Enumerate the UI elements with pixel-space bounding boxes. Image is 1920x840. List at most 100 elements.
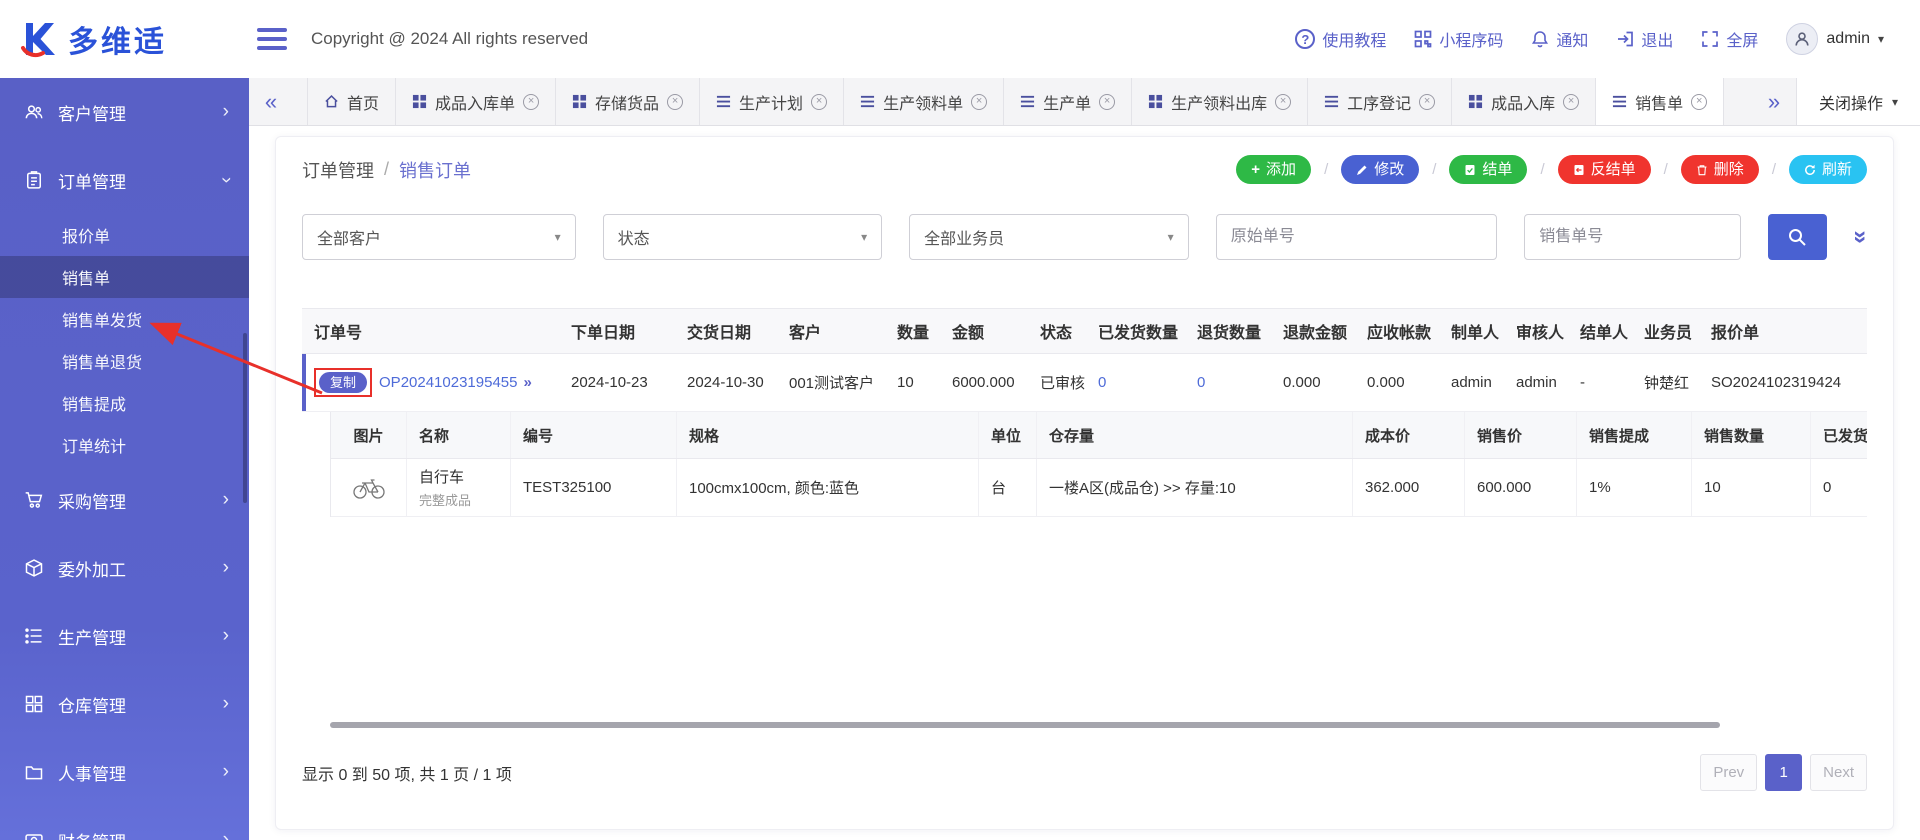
cell-stock: 一楼A区(成品仓) >> 存量:10	[1037, 459, 1353, 516]
close-icon[interactable]: ×	[971, 93, 988, 110]
cell-cost: 362.000	[1353, 459, 1465, 516]
reverse-close-button[interactable]: 反结单	[1557, 155, 1651, 184]
sidebar-item-customer-mgmt[interactable]: 客户管理 ›	[0, 78, 249, 146]
close-icon[interactable]: ×	[811, 93, 828, 110]
close-icon[interactable]: ×	[1099, 93, 1116, 110]
tabs-scroll-right-button[interactable]: »	[1752, 78, 1796, 125]
cell-order-no: 复制 OP20241023195455 »	[302, 354, 559, 411]
sidebar-item-purchase-mgmt[interactable]: 采购管理 ›	[0, 466, 249, 534]
user-menu[interactable]: admin ▾	[1786, 23, 1884, 55]
tab-production-picking-order[interactable]: 生产领料单 ×	[844, 78, 1005, 125]
order-no-link[interactable]: OP20241023195455	[379, 374, 517, 391]
sidebar-item-label: 人事管理	[58, 764, 126, 784]
tab-production-picking-outbound[interactable]: 生产领料出库 ×	[1132, 78, 1309, 125]
sidebar-subitem-quotation[interactable]: 报价单	[0, 214, 249, 256]
copy-button[interactable]: 复制	[319, 372, 368, 393]
tab-sales-order[interactable]: 销售单 ×	[1596, 78, 1725, 125]
page-1-button[interactable]: 1	[1765, 754, 1803, 791]
close-icon[interactable]: ×	[1419, 93, 1436, 110]
refresh-button[interactable]: 刷新	[1788, 155, 1867, 184]
customer-filter-select[interactable]: 全部客户 ▾	[302, 214, 576, 260]
expand-filters-chevron-icon[interactable]: »	[1846, 230, 1874, 243]
tab-production-order[interactable]: 生产单 ×	[1004, 78, 1133, 125]
close-icon[interactable]: ×	[667, 93, 684, 110]
copyright-text: Copyright @ 2024 All rights reserved	[311, 29, 589, 48]
column-header: 规格	[677, 412, 979, 458]
close-operations-label: 关闭操作	[1818, 95, 1883, 113]
fullscreen-link[interactable]: 全屏	[1701, 27, 1758, 51]
original-order-no-input[interactable]	[1215, 214, 1498, 260]
next-page-button[interactable]: Next	[1810, 754, 1867, 791]
tab-label: 工序登记	[1347, 95, 1412, 113]
tab-process-registration[interactable]: 工序登记 ×	[1308, 78, 1453, 125]
column-header: 已发货数量	[1811, 412, 1867, 458]
row-expander-icon[interactable]: »	[523, 374, 531, 391]
logout-link[interactable]: 退出	[1616, 27, 1673, 51]
tab-home[interactable]: 首页	[307, 78, 397, 125]
return-qty-link[interactable]: 0	[1197, 374, 1205, 391]
sidebar-item-warehouse-mgmt[interactable]: 仓库管理 ›	[0, 670, 249, 738]
salesman-filter-select[interactable]: 全部业务员 ▾	[909, 214, 1189, 260]
sidebar-subitem-sales-return[interactable]: 销售单退货	[0, 340, 249, 382]
sidebar-subitem-sales-commission[interactable]: 销售提成	[0, 382, 249, 424]
search-button[interactable]	[1768, 214, 1827, 260]
breadcrumb-parent[interactable]: 订单管理	[302, 157, 374, 183]
chevron-down-icon: ›	[215, 176, 237, 184]
close-icon[interactable]: ×	[1275, 93, 1292, 110]
sidebar-item-production-mgmt[interactable]: 生产管理 ›	[0, 602, 249, 670]
sidebar-toggle-button[interactable]	[257, 28, 287, 50]
refresh-icon	[1805, 164, 1815, 175]
close-icon[interactable]: ×	[1691, 93, 1708, 110]
reverse-close-label: 反结单	[1590, 161, 1636, 178]
add-button[interactable]: + 添加	[1236, 155, 1312, 184]
close-order-button[interactable]: 结单	[1449, 155, 1528, 184]
chevron-right-icon: ›	[222, 761, 229, 782]
delete-button[interactable]: 删除	[1680, 155, 1759, 184]
sidebar-subitem-sales-delivery[interactable]: 销售单发货	[0, 298, 249, 340]
order-row[interactable]: 复制 OP20241023195455 » 2024-10-23 2024-10…	[302, 354, 1867, 412]
column-header: 金额	[952, 325, 985, 342]
edit-label: 修改	[1374, 161, 1405, 178]
help-link[interactable]: ? 使用教程	[1295, 27, 1386, 51]
column-header: 结单人	[1580, 325, 1629, 342]
cell-unit: 台	[979, 459, 1037, 516]
cell-price: 600.000	[1465, 459, 1577, 516]
edit-button[interactable]: 修改	[1341, 155, 1420, 184]
app-logo: 多维适	[0, 17, 249, 61]
horizontal-scrollbar[interactable]	[330, 722, 1720, 728]
status-filter-select[interactable]: 状态 ▾	[602, 214, 883, 260]
sidebar-item-hr-mgmt[interactable]: 人事管理 ›	[0, 738, 249, 806]
notifications-link[interactable]: 通知	[1531, 27, 1588, 51]
logo-k-icon	[21, 23, 55, 58]
tab-stored-goods[interactable]: 存储货品 ×	[556, 78, 701, 125]
folder-icon	[25, 766, 43, 780]
sidebar-scrollbar[interactable]	[243, 333, 247, 503]
cell-product-code: TEST325100	[511, 459, 677, 516]
tab-finished-goods-inbound[interactable]: 成品入库 ×	[1452, 78, 1597, 125]
sidebar-subitem-sales-order[interactable]: 销售单	[0, 256, 249, 298]
chevron-right-icon: ›	[222, 625, 229, 646]
tabs-scroll-left-button[interactable]: «	[249, 78, 293, 125]
annotation-highlight-box: 复制	[314, 368, 373, 397]
sidebar-item-outsourcing[interactable]: 委外加工 ›	[0, 534, 249, 602]
close-icon[interactable]: ×	[523, 93, 540, 110]
sidebar-item-order-mgmt[interactable]: 订单管理 ›	[0, 146, 249, 214]
miniprogram-link[interactable]: 小程序码	[1414, 27, 1503, 51]
breadcrumb: 订单管理 / 销售订单	[302, 157, 471, 183]
tab-production-plan[interactable]: 生产计划 ×	[700, 78, 845, 125]
close-operations-menu[interactable]: 关闭操作 ▾	[1795, 78, 1920, 125]
fullscreen-label: 全屏	[1726, 33, 1759, 50]
cell-closer: -	[1580, 374, 1585, 391]
close-icon[interactable]: ×	[1563, 93, 1580, 110]
prev-page-button[interactable]: Prev	[1700, 754, 1758, 791]
sidebar-subitem-order-statistics[interactable]: 订单统计	[0, 424, 249, 466]
shipped-qty-link[interactable]: 0	[1098, 374, 1106, 391]
sidebar-item-label: 委外加工	[58, 560, 126, 580]
cell-spec: 100cmx100cm, 颜色:蓝色	[677, 459, 979, 516]
sidebar-item-finance-mgmt[interactable]: 财务管理 ›	[0, 806, 249, 840]
sales-order-no-input[interactable]	[1524, 214, 1742, 260]
tab-bar: « 首页 成品入库单 × 存储货品 × 生产计划 × 生产领料单 × 生产单 ×…	[249, 78, 1920, 126]
column-header: 退货数量	[1197, 325, 1262, 342]
tab-finished-goods-inbound-order[interactable]: 成品入库单 ×	[396, 78, 557, 125]
bicycle-image	[352, 478, 385, 499]
